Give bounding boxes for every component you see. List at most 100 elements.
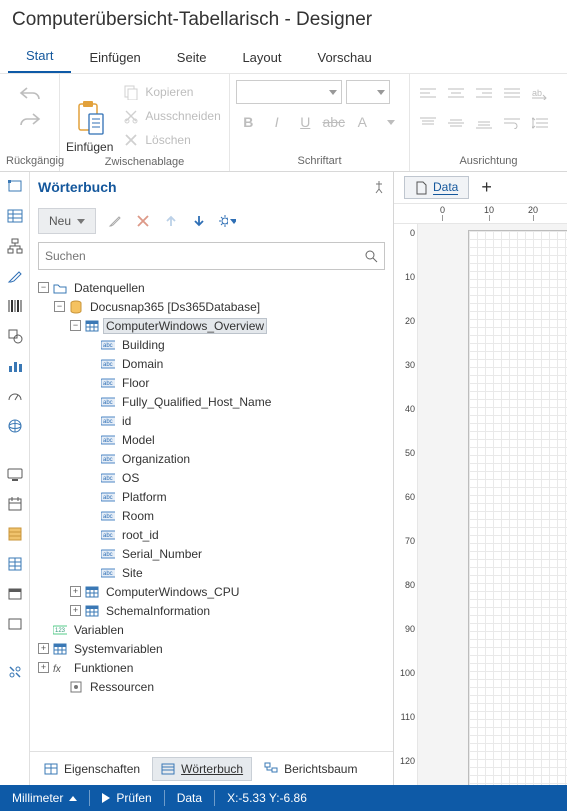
tree-cpu-table[interactable]: +ComputerWindows_CPU <box>34 582 389 601</box>
status-data[interactable]: Data <box>165 785 214 811</box>
gear-icon[interactable] <box>218 212 236 230</box>
underline-button[interactable]: U <box>293 110 318 134</box>
redo-button[interactable] <box>19 112 41 128</box>
align-right-button[interactable] <box>472 80 496 106</box>
search-box[interactable] <box>38 242 385 270</box>
tab-berichtsbaum[interactable]: Berichtsbaum <box>256 758 365 780</box>
align-justify-button[interactable] <box>500 80 524 106</box>
canvas-tab-data[interactable]: Data <box>404 176 469 199</box>
pin-icon[interactable] <box>373 180 385 194</box>
expand-icon[interactable]: + <box>70 605 81 616</box>
expand-icon[interactable]: − <box>70 320 81 331</box>
status-unit-label: Millimeter <box>12 791 63 805</box>
tree-schema-table[interactable]: +SchemaInformation <box>34 601 389 620</box>
tool-pointer[interactable] <box>5 176 25 196</box>
tree-datenquellen[interactable]: −Datenquellen <box>34 278 389 297</box>
delete-icon[interactable] <box>134 212 152 230</box>
tree-field[interactable]: abcSite <box>34 563 389 582</box>
tree-field[interactable]: abcid <box>34 411 389 430</box>
tree-node-icon <box>53 281 67 295</box>
tab-eigenschaften[interactable]: Eigenschaften <box>36 758 148 780</box>
tool-device[interactable] <box>5 464 25 484</box>
tree-field[interactable]: abcDomain <box>34 354 389 373</box>
tool-globe[interactable] <box>5 416 25 436</box>
tab-start[interactable]: Start <box>8 40 71 73</box>
tree-field[interactable]: abcRoom <box>34 506 389 525</box>
italic-button[interactable]: I <box>265 110 290 134</box>
tree-field[interactable]: abcModel <box>34 430 389 449</box>
tab-woerterbuch[interactable]: Wörterbuch <box>152 757 252 781</box>
tree-field[interactable]: abcFully_Qualified_Host_Name <box>34 392 389 411</box>
cut-button[interactable]: Ausschneiden <box>119 106 224 126</box>
tree-field[interactable]: abcFloor <box>34 373 389 392</box>
tool-hierarchy[interactable] <box>5 236 25 256</box>
font-color-button[interactable]: A <box>350 110 375 134</box>
expand-icon[interactable]: + <box>38 643 49 654</box>
report-page[interactable] <box>468 230 567 785</box>
delete-button[interactable]: Löschen <box>119 130 224 150</box>
font-color-dropdown[interactable] <box>379 110 404 134</box>
paste-button[interactable]: Einfügen <box>66 80 113 154</box>
tool-grid1[interactable] <box>5 524 25 544</box>
line-spacing-button[interactable] <box>528 110 552 136</box>
tool-settings[interactable] <box>5 662 25 682</box>
tree-variablen[interactable]: 123Variablen <box>34 620 389 639</box>
tree-field[interactable]: abcroot_id <box>34 525 389 544</box>
tree-funktionen[interactable]: +fxFunktionen <box>34 658 389 677</box>
tool-chart[interactable] <box>5 356 25 376</box>
tree-overview-table[interactable]: −ComputerWindows_Overview <box>34 316 389 335</box>
page-workspace[interactable] <box>418 224 567 785</box>
wrap-text-button[interactable] <box>500 110 524 136</box>
valign-top-button[interactable] <box>416 110 440 136</box>
tree-field[interactable]: abcOrganization <box>34 449 389 468</box>
align-center-button[interactable] <box>444 80 468 106</box>
tree-ressourcen[interactable]: Ressourcen <box>34 677 389 696</box>
tool-panel[interactable] <box>5 584 25 604</box>
tool-calendar[interactable] <box>5 494 25 514</box>
dictionary-panel: Wörterbuch Neu −Datenquellen−Docusnap365… <box>30 172 394 785</box>
expand-icon[interactable]: − <box>38 282 49 293</box>
tool-pen[interactable] <box>5 266 25 286</box>
search-icon[interactable] <box>364 249 378 263</box>
tree-field[interactable]: abcOS <box>34 468 389 487</box>
tree-field[interactable]: abcPlatform <box>34 487 389 506</box>
add-page-button[interactable]: + <box>475 177 498 198</box>
new-button[interactable]: Neu <box>38 208 96 234</box>
text-direction-button[interactable]: ab <box>528 80 552 106</box>
tool-grid2[interactable] <box>5 554 25 574</box>
tool-shape[interactable] <box>5 326 25 346</box>
valign-bottom-button[interactable] <box>472 110 496 136</box>
strike-button[interactable]: abc <box>322 110 347 134</box>
tool-barcode[interactable] <box>5 296 25 316</box>
tab-vorschau[interactable]: Vorschau <box>299 42 389 73</box>
tab-seite[interactable]: Seite <box>159 42 225 73</box>
tab-einfuegen[interactable]: Einfügen <box>71 42 158 73</box>
tool-table[interactable] <box>5 206 25 226</box>
bold-button[interactable]: B <box>236 110 261 134</box>
tree-node-icon <box>69 300 83 314</box>
tree-field[interactable]: abcBuilding <box>34 335 389 354</box>
expand-icon[interactable]: + <box>38 662 49 673</box>
expand-icon[interactable]: + <box>70 586 81 597</box>
dictionary-tree[interactable]: −Datenquellen−Docusnap365 [Ds365Database… <box>30 276 393 751</box>
undo-button[interactable] <box>19 86 41 102</box>
tool-window[interactable] <box>5 614 25 634</box>
tree-node-label: Serial_Number <box>119 546 205 562</box>
font-size-combo[interactable] <box>346 80 390 104</box>
status-unit[interactable]: Millimeter <box>0 785 89 811</box>
copy-button[interactable]: Kopieren <box>119 82 224 102</box>
search-input[interactable] <box>45 249 364 263</box>
tool-gauge[interactable] <box>5 386 25 406</box>
tree-sysvariablen[interactable]: +Systemvariablen <box>34 639 389 658</box>
edit-icon[interactable] <box>106 212 124 230</box>
status-check[interactable]: Prüfen <box>90 785 163 811</box>
tab-layout[interactable]: Layout <box>224 42 299 73</box>
valign-middle-button[interactable] <box>444 110 468 136</box>
tree-database[interactable]: −Docusnap365 [Ds365Database] <box>34 297 389 316</box>
font-family-combo[interactable] <box>236 80 342 104</box>
move-up-icon[interactable] <box>162 212 180 230</box>
expand-icon[interactable]: − <box>54 301 65 312</box>
align-left-button[interactable] <box>416 80 440 106</box>
move-down-icon[interactable] <box>190 212 208 230</box>
tree-field[interactable]: abcSerial_Number <box>34 544 389 563</box>
